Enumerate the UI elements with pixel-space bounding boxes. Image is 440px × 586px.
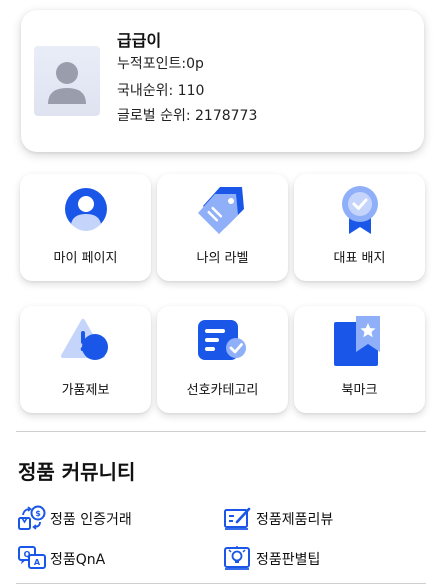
user-icon (20, 174, 151, 244)
bookmark-tile[interactable]: 북마크 (294, 306, 425, 413)
document-check-icon (157, 306, 288, 376)
community-title: 정품 커뮤니티 (18, 460, 136, 484)
category-tile[interactable]: 선호카테고리 (157, 306, 288, 413)
divider-bottom (16, 583, 426, 584)
badge-label: 대표 배지 (333, 251, 386, 266)
my-label-label: 나의 라벨 (196, 251, 249, 266)
profile-card[interactable]: 급급이 누적포인트:0p 국내순위: 110 글로벌 순위: 2178773 (21, 10, 424, 152)
person-silhouette-icon (48, 62, 86, 104)
lightbulb-icon (224, 546, 250, 570)
profile-domestic-rank: 국내순위: 110 (117, 83, 205, 99)
community-qna-label: 정품QnA (50, 552, 106, 568)
svg-text:$: $ (35, 509, 41, 518)
divider-top (16, 431, 426, 432)
report-tile[interactable]: 가품제보 (20, 306, 151, 413)
tag-icon (157, 174, 288, 244)
avatar (34, 46, 100, 116)
exchange-icon: $ (18, 505, 46, 530)
my-page-label: 마이 페이지 (53, 251, 118, 266)
bookmark-label: 북마크 (341, 383, 378, 398)
report-label: 가품제보 (61, 383, 110, 398)
review-pen-icon (224, 507, 251, 530)
profile-points: 누적포인트:0p (117, 56, 204, 72)
community-trade-label: 정품 인증거래 (50, 512, 132, 528)
warning-triangle-icon (20, 306, 151, 376)
my-label-tile[interactable]: 나의 라벨 (157, 174, 288, 281)
badge-tile[interactable]: 대표 배지 (294, 174, 425, 281)
community-review-label: 정품제품리뷰 (256, 512, 334, 528)
svg-text:A: A (34, 558, 41, 567)
category-label: 선호카테고리 (186, 383, 259, 398)
community-tip-label: 정품판별팁 (256, 552, 321, 568)
my-page-tile[interactable]: 마이 페이지 (20, 174, 151, 281)
qna-chat-icon: Q A (18, 546, 46, 569)
profile-global-rank: 글로벌 순위: 2178773 (117, 108, 258, 124)
bookmark-star-icon (294, 306, 425, 376)
profile-name: 급급이 (117, 31, 162, 50)
ribbon-badge-icon (294, 174, 425, 244)
